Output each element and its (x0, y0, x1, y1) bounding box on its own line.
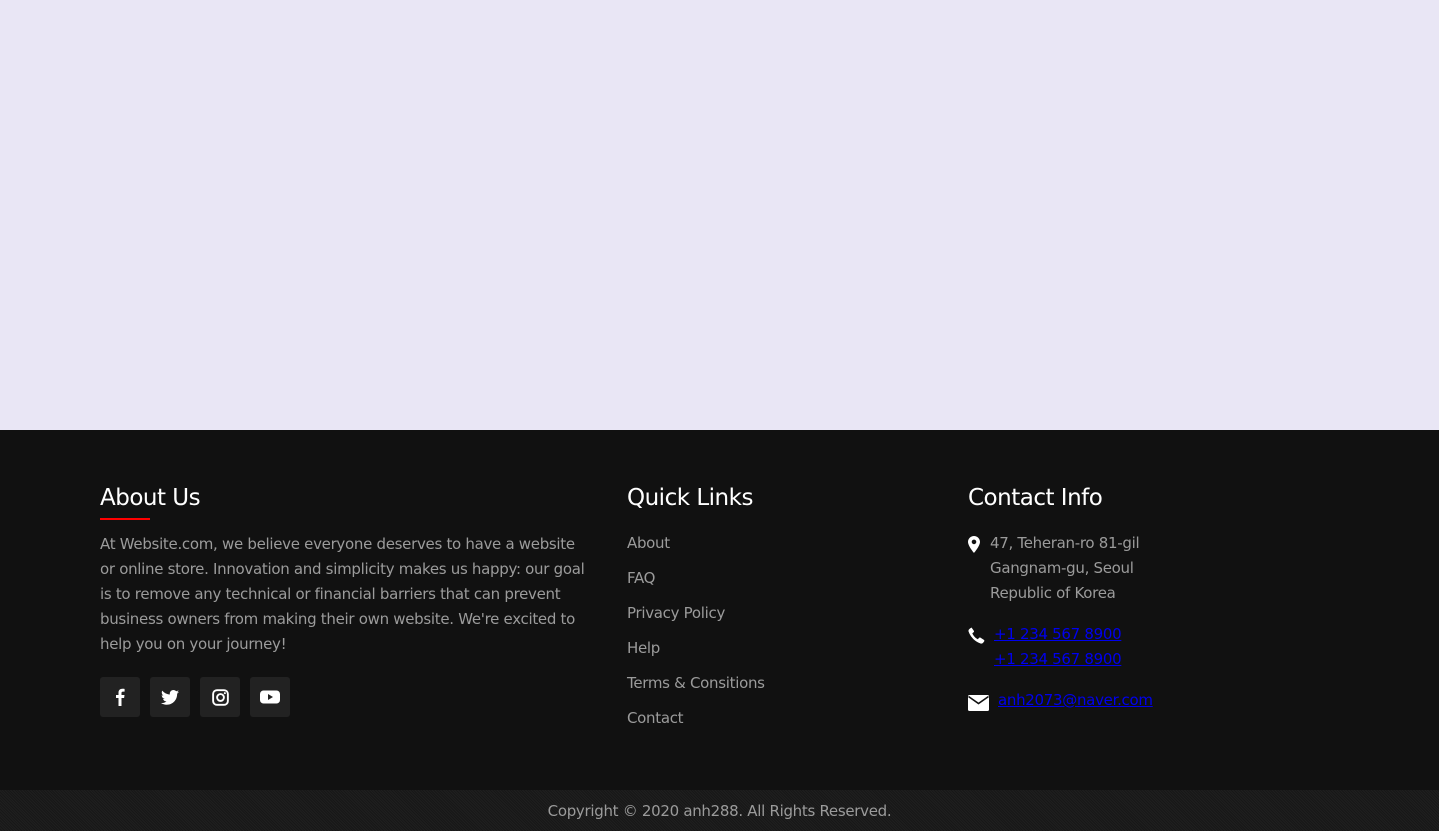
copyright-text: Copyright © 2020 anh288. All Rights Rese… (547, 801, 892, 820)
address-line: 47, Teheran-ro 81-gil (990, 534, 1140, 552)
copyright-bar: Copyright © 2020 anh288. All Rights Rese… (0, 790, 1439, 831)
youtube-icon (260, 690, 280, 704)
contact-section: Contact Info 47, Teheran-ro 81-gil Gangn… (968, 482, 1153, 719)
contact-title: Contact Info (968, 485, 1103, 511)
address-line: Gangnam-gu, Seoul (990, 559, 1134, 577)
social-links (100, 677, 590, 717)
address-row: 47, Teheran-ro 81-gil Gangnam-gu, Seoul … (968, 531, 1153, 606)
about-section: About Us At Website.com, we believe ever… (100, 482, 590, 717)
facebook-icon (116, 688, 125, 706)
quick-link-help[interactable]: Help (627, 636, 765, 661)
email-link[interactable]: anh2073@naver.com (998, 688, 1153, 719)
email-row: anh2073@naver.com (968, 688, 1153, 719)
phone-row: +1 234 567 8900 +1 234 567 8900 (968, 622, 1153, 672)
quick-link-terms[interactable]: Terms & Consitions (627, 671, 765, 696)
instagram-button[interactable] (200, 677, 240, 717)
phone-icon (968, 627, 985, 644)
phone-link[interactable]: +1 234 567 8900 (994, 622, 1122, 647)
quick-link-about[interactable]: About (627, 531, 765, 556)
facebook-button[interactable] (100, 677, 140, 717)
quick-link-privacy-policy[interactable]: Privacy Policy (627, 601, 765, 626)
title-underline (100, 518, 150, 520)
about-title: About Us (100, 485, 201, 511)
envelope-icon (968, 695, 989, 711)
phone-link[interactable]: +1 234 567 8900 (994, 647, 1122, 672)
quick-links-title: Quick Links (627, 485, 753, 511)
twitter-button[interactable] (150, 677, 190, 717)
map-marker-icon (968, 536, 980, 553)
youtube-button[interactable] (250, 677, 290, 717)
instagram-icon (211, 688, 229, 706)
quick-links-section: Quick Links About FAQ Privacy Policy Hel… (627, 482, 765, 741)
footer: About Us At Website.com, we believe ever… (0, 430, 1439, 790)
address-line: Republic of Korea (990, 584, 1116, 602)
quick-link-contact[interactable]: Contact (627, 706, 765, 731)
twitter-icon (161, 689, 179, 705)
quick-link-faq[interactable]: FAQ (627, 566, 765, 591)
about-text: At Website.com, we believe everyone dese… (100, 535, 585, 653)
main-content-area (0, 0, 1439, 430)
